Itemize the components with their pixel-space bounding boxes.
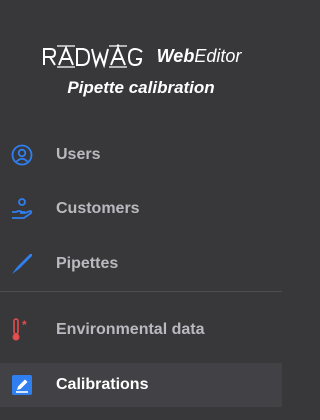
user-circle-icon [10, 143, 34, 167]
nav-item-label: Users [56, 146, 101, 163]
app-subtitle: Pipette calibration [67, 78, 215, 97]
product-name-bold: Web [156, 45, 195, 66]
nav-item-calibrations[interactable]: Calibrations [0, 363, 282, 407]
svg-text:*: * [22, 318, 27, 332]
thermometer-icon: * [10, 318, 34, 342]
nav-item-users[interactable]: Users [0, 133, 282, 177]
nav-item-label: Pipettes [56, 255, 119, 272]
nav-item-environmental-data[interactable]: * Environmental data [0, 308, 282, 352]
nav-item-label: Calibrations [56, 376, 149, 393]
nav-item-pipettes[interactable]: Pipettes [0, 242, 282, 286]
logo-row: WebEditor [0, 44, 282, 68]
sidebar: WebEditor Pipette calibration Users Cust… [0, 0, 282, 420]
brand-header: WebEditor Pipette calibration [0, 0, 282, 118]
nav-divider [0, 291, 282, 292]
nav-item-label: Environmental data [56, 321, 205, 338]
nav-item-customers[interactable]: Customers [0, 187, 282, 231]
calibration-edit-icon [10, 373, 34, 397]
product-name-regular: Editor [194, 45, 242, 66]
pipette-icon [10, 252, 34, 276]
customer-hand-icon [10, 197, 34, 221]
nav-item-label: Customers [56, 200, 140, 217]
product-name: WebEditor [157, 46, 242, 67]
radwag-logo [42, 44, 143, 68]
